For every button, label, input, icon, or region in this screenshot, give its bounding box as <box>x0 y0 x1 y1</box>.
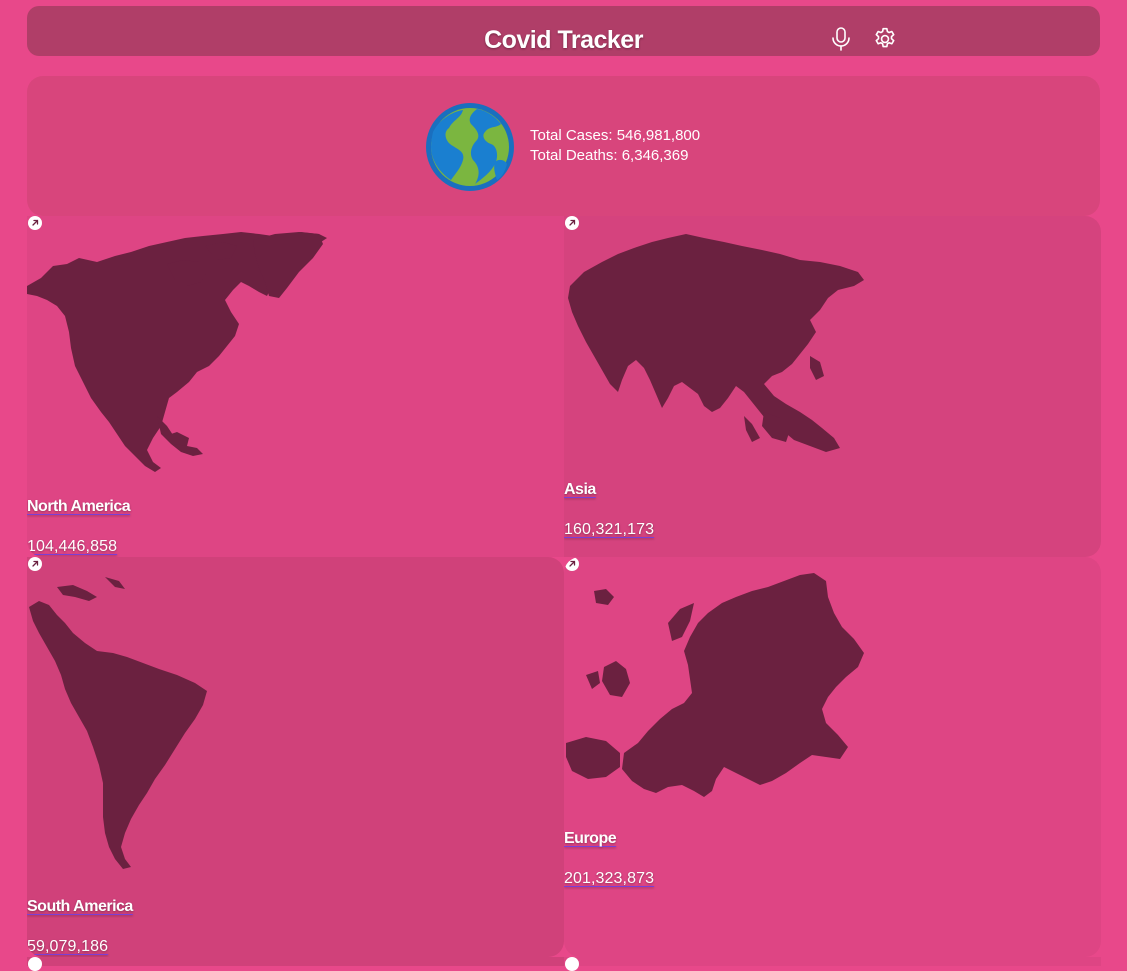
continent-name[interactable]: North America <box>27 498 131 516</box>
north-america-map <box>27 232 327 472</box>
app-title: Covid Tracker <box>484 26 643 54</box>
gear-icon[interactable] <box>872 26 898 52</box>
total-cases-text: Total Cases: 546,981,800 <box>530 127 701 144</box>
continent-name[interactable]: Europe <box>564 830 617 848</box>
continent-cases[interactable]: 160,321,173 <box>564 521 654 539</box>
continent-cases[interactable]: 201,323,873 <box>564 870 654 888</box>
continent-card-south-america[interactable]: South America 59,079,186 <box>27 557 564 957</box>
continent-card-asia[interactable]: Asia 160,321,173 <box>564 216 1101 557</box>
continent-card-north-america[interactable]: North America 104,446,858 <box>27 216 564 557</box>
open-link-icon[interactable] <box>565 957 579 971</box>
continent-card-next[interactable] <box>564 957 1101 971</box>
world-stats: Total Cases: 546,981,800 Total Deaths: 6… <box>530 126 700 166</box>
microphone-icon[interactable] <box>828 26 854 52</box>
continent-card-next[interactable] <box>27 957 564 971</box>
south-america-map <box>29 577 207 869</box>
open-link-icon[interactable] <box>28 957 42 971</box>
globe-icon <box>426 103 514 191</box>
europe-map <box>566 573 864 797</box>
open-link-icon[interactable] <box>28 216 42 230</box>
app-header: Covid Tracker <box>27 6 1100 56</box>
continent-cases[interactable]: 59,079,186 <box>27 938 108 956</box>
total-deaths-text: Total Deaths: 6,346,369 <box>530 147 689 164</box>
open-link-icon[interactable] <box>565 216 579 230</box>
continent-cases[interactable]: 104,446,858 <box>27 538 117 556</box>
asia-map <box>568 234 864 452</box>
continent-card-europe[interactable]: Europe 201,323,873 <box>564 557 1101 957</box>
continent-name[interactable]: Asia <box>564 481 596 499</box>
open-link-icon[interactable] <box>565 557 579 571</box>
open-link-icon[interactable] <box>28 557 42 571</box>
continent-name[interactable]: South America <box>27 898 133 916</box>
world-summary-panel: Total Cases: 546,981,800 Total Deaths: 6… <box>27 76 1100 216</box>
